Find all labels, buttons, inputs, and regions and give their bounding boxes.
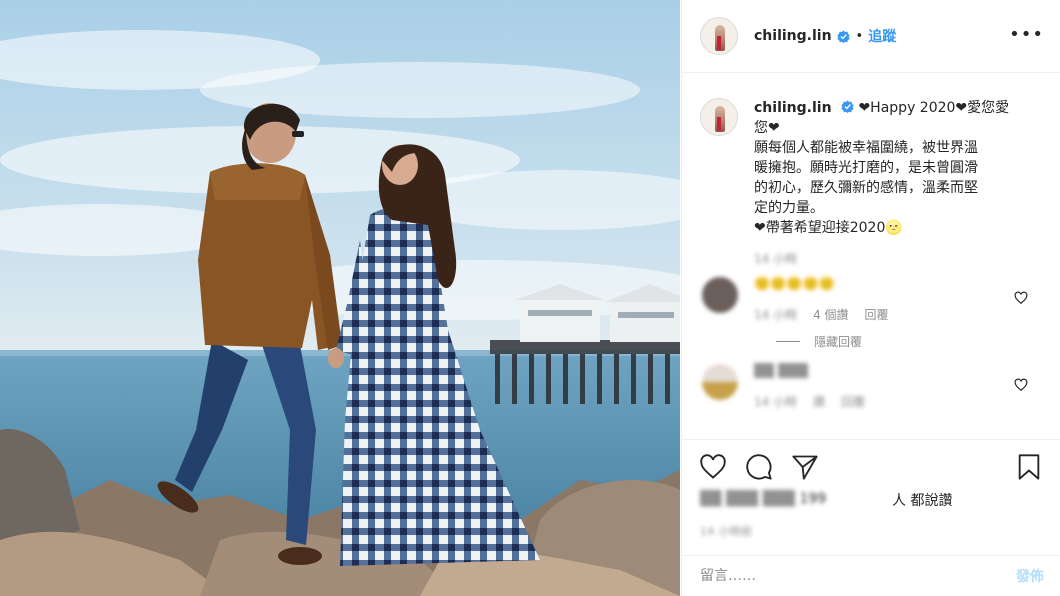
- caption-line: 暖擁抱。願時光打磨的，是未曾圓滑: [754, 160, 978, 176]
- likes-suffix: 人 都說讚: [892, 493, 953, 509]
- comment-time: 14 小時: [754, 308, 798, 322]
- comment-text: 🙂🙂🙂🙂🙂: [754, 277, 835, 292]
- reply-button[interactable]: 回覆: [865, 306, 889, 323]
- action-bar: [682, 439, 1060, 493]
- caption-line: 您❤: [754, 120, 780, 136]
- post-comment-button[interactable]: 發佈: [1016, 566, 1044, 586]
- comment-item: ▒▒ ▒▒▒ 14 小時 讚 回覆: [700, 364, 1044, 410]
- likes-summary[interactable]: ▒▒ ▒▒▒ ▒▒▒ 199 人 都說讚: [700, 488, 1044, 510]
- caption-username[interactable]: chiling.lin: [754, 100, 832, 116]
- post-sidebar: chiling.lin • 追蹤 ••• chiling.lin ❤Happy …: [681, 0, 1060, 596]
- comment-icon: [746, 453, 772, 480]
- comment-composer: 發佈: [682, 555, 1060, 596]
- caption-line: ❤Happy 2020❤愛您愛: [858, 100, 1010, 116]
- heart-icon: [700, 453, 726, 479]
- post-header: chiling.lin • 追蹤 •••: [682, 0, 1060, 73]
- caption-line: ❤帶著希望迎接2020🌝: [754, 220, 903, 236]
- post-photo[interactable]: [0, 0, 680, 596]
- more-options-icon[interactable]: •••: [1009, 26, 1044, 44]
- likes-blurred: ▒▒ ▒▒▒ ▒▒▒ 199: [700, 491, 827, 507]
- comment-button[interactable]: [744, 452, 774, 482]
- hide-replies-label: 隱藏回覆: [814, 335, 863, 349]
- post-caption: chiling.lin ❤Happy 2020❤愛您愛 您❤ 願每個人都能被幸福…: [700, 98, 1044, 238]
- comment-text: ▒▒ ▒▒▒: [754, 364, 809, 379]
- comment-input[interactable]: [700, 568, 1016, 584]
- caption-line: 的初心，歷久彌新的感情，溫柔而堅: [754, 180, 978, 196]
- commenter-avatar[interactable]: [702, 277, 738, 313]
- hide-replies-button[interactable]: 隱藏回覆: [776, 333, 1044, 350]
- comment-likes[interactable]: 4 個讚: [813, 306, 848, 323]
- comment-time: 14 小時: [754, 395, 798, 409]
- comment-likes[interactable]: 讚: [813, 393, 825, 410]
- verified-badge-icon: [836, 29, 850, 43]
- reply-button[interactable]: 回覆: [841, 393, 865, 410]
- separator-dot: •: [855, 28, 864, 44]
- caption-line: 定的力量。: [754, 200, 824, 216]
- verified-badge-icon: [841, 100, 854, 113]
- comment-item: 🙂🙂🙂🙂🙂 14 小時 4 個讚 回覆: [700, 277, 1044, 323]
- couple-on-rocks-image: [0, 0, 680, 596]
- save-button[interactable]: [1014, 452, 1044, 482]
- caption-avatar[interactable]: [700, 98, 738, 136]
- like-button[interactable]: [698, 452, 728, 482]
- commenter-avatar[interactable]: [702, 364, 738, 400]
- author-avatar[interactable]: [700, 17, 738, 55]
- share-icon: [792, 455, 818, 480]
- share-button[interactable]: [790, 452, 820, 482]
- post-timestamp: 14 小時前: [700, 525, 753, 538]
- author-username[interactable]: chiling.lin: [754, 28, 832, 44]
- bookmark-icon: [1018, 453, 1040, 480]
- comment-heart-icon[interactable]: [1014, 291, 1028, 305]
- caption-line: 願每個人都能被幸福圍繞，被世界溫: [754, 140, 978, 156]
- follow-button[interactable]: 追蹤: [868, 26, 896, 46]
- comment-heart-icon[interactable]: [1014, 378, 1028, 392]
- caption-time: 14 小時: [754, 252, 798, 266]
- comments-section[interactable]: chiling.lin ❤Happy 2020❤愛您愛 您❤ 願每個人都能被幸福…: [682, 74, 1060, 438]
